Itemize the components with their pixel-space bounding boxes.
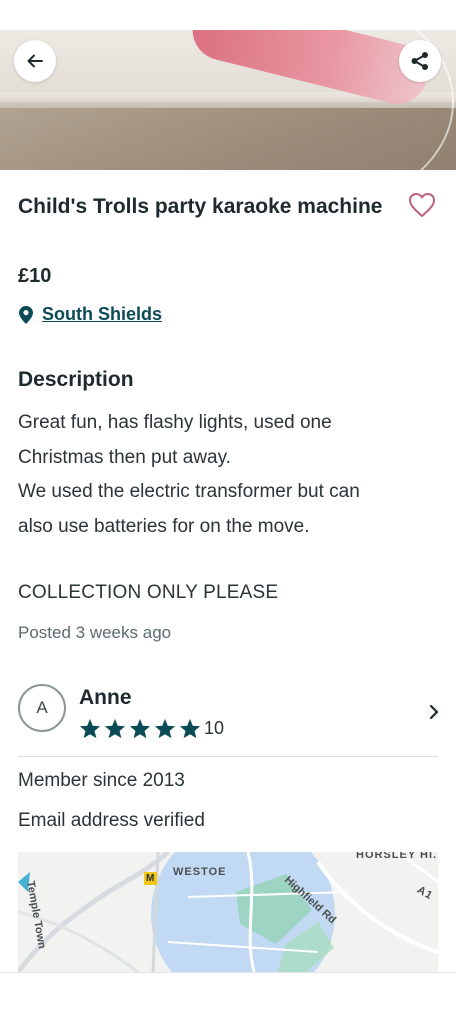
location-map[interactable]: M WESTOE HORSLEY Hı. Highfield Rd Temple… [18, 852, 438, 972]
seller-rating-count: 10 [204, 718, 225, 738]
map-pin-icon [19, 305, 33, 324]
description-heading: Description [18, 368, 134, 391]
location-link[interactable]: South Shields [42, 304, 162, 325]
share-icon [411, 52, 428, 70]
divider [18, 756, 438, 757]
arrow-left-icon [27, 54, 43, 68]
posted-date: Posted 3 weeks ago [18, 623, 172, 642]
description-line: Christmas then put away. [18, 446, 231, 468]
description-line: We used the electric transformer but can [18, 481, 360, 502]
collection-note: COLLECTION ONLY PLEASE [18, 582, 279, 603]
status-bar-area [0, 0, 456, 30]
description-line: also use batteries for on the move. [18, 515, 310, 537]
share-button[interactable] [399, 40, 441, 82]
member-since: Member since 2013 [18, 770, 185, 791]
metro-station-marker: M [146, 873, 156, 884]
star-icon [154, 718, 176, 739]
avatar: A [18, 684, 66, 732]
chevron-right-icon [429, 704, 439, 720]
description-line: Great fun, has flashy lights, used one [18, 412, 332, 433]
map-graphic [18, 852, 438, 972]
avatar-initial: A [36, 698, 48, 717]
star-icon [79, 718, 101, 739]
seller-profile-row[interactable]: A Anne 10 [18, 684, 439, 744]
bottom-divider [0, 972, 456, 973]
description-text: Great fun, has flashy lights, used one C… [18, 406, 438, 544]
listing-image-gallery[interactable] [0, 30, 456, 170]
star-icon [104, 718, 126, 739]
listing-title: Child's Trolls party karaoke machine [18, 195, 383, 218]
star-icon [179, 718, 201, 739]
map-label-westoe: WESTOE [173, 866, 227, 878]
star-icon [129, 718, 151, 739]
seller-name: Anne [79, 686, 132, 709]
back-button[interactable] [14, 40, 56, 82]
heart-outline-icon [409, 193, 435, 217]
seller-rating-stars [79, 718, 201, 739]
email-verified: Email address verified [18, 810, 205, 831]
favourite-button[interactable] [408, 192, 436, 218]
listing-price: £10 [18, 265, 52, 287]
map-label-horsley: HORSLEY Hı. [356, 852, 438, 861]
listing-location[interactable]: South Shields [18, 304, 162, 325]
